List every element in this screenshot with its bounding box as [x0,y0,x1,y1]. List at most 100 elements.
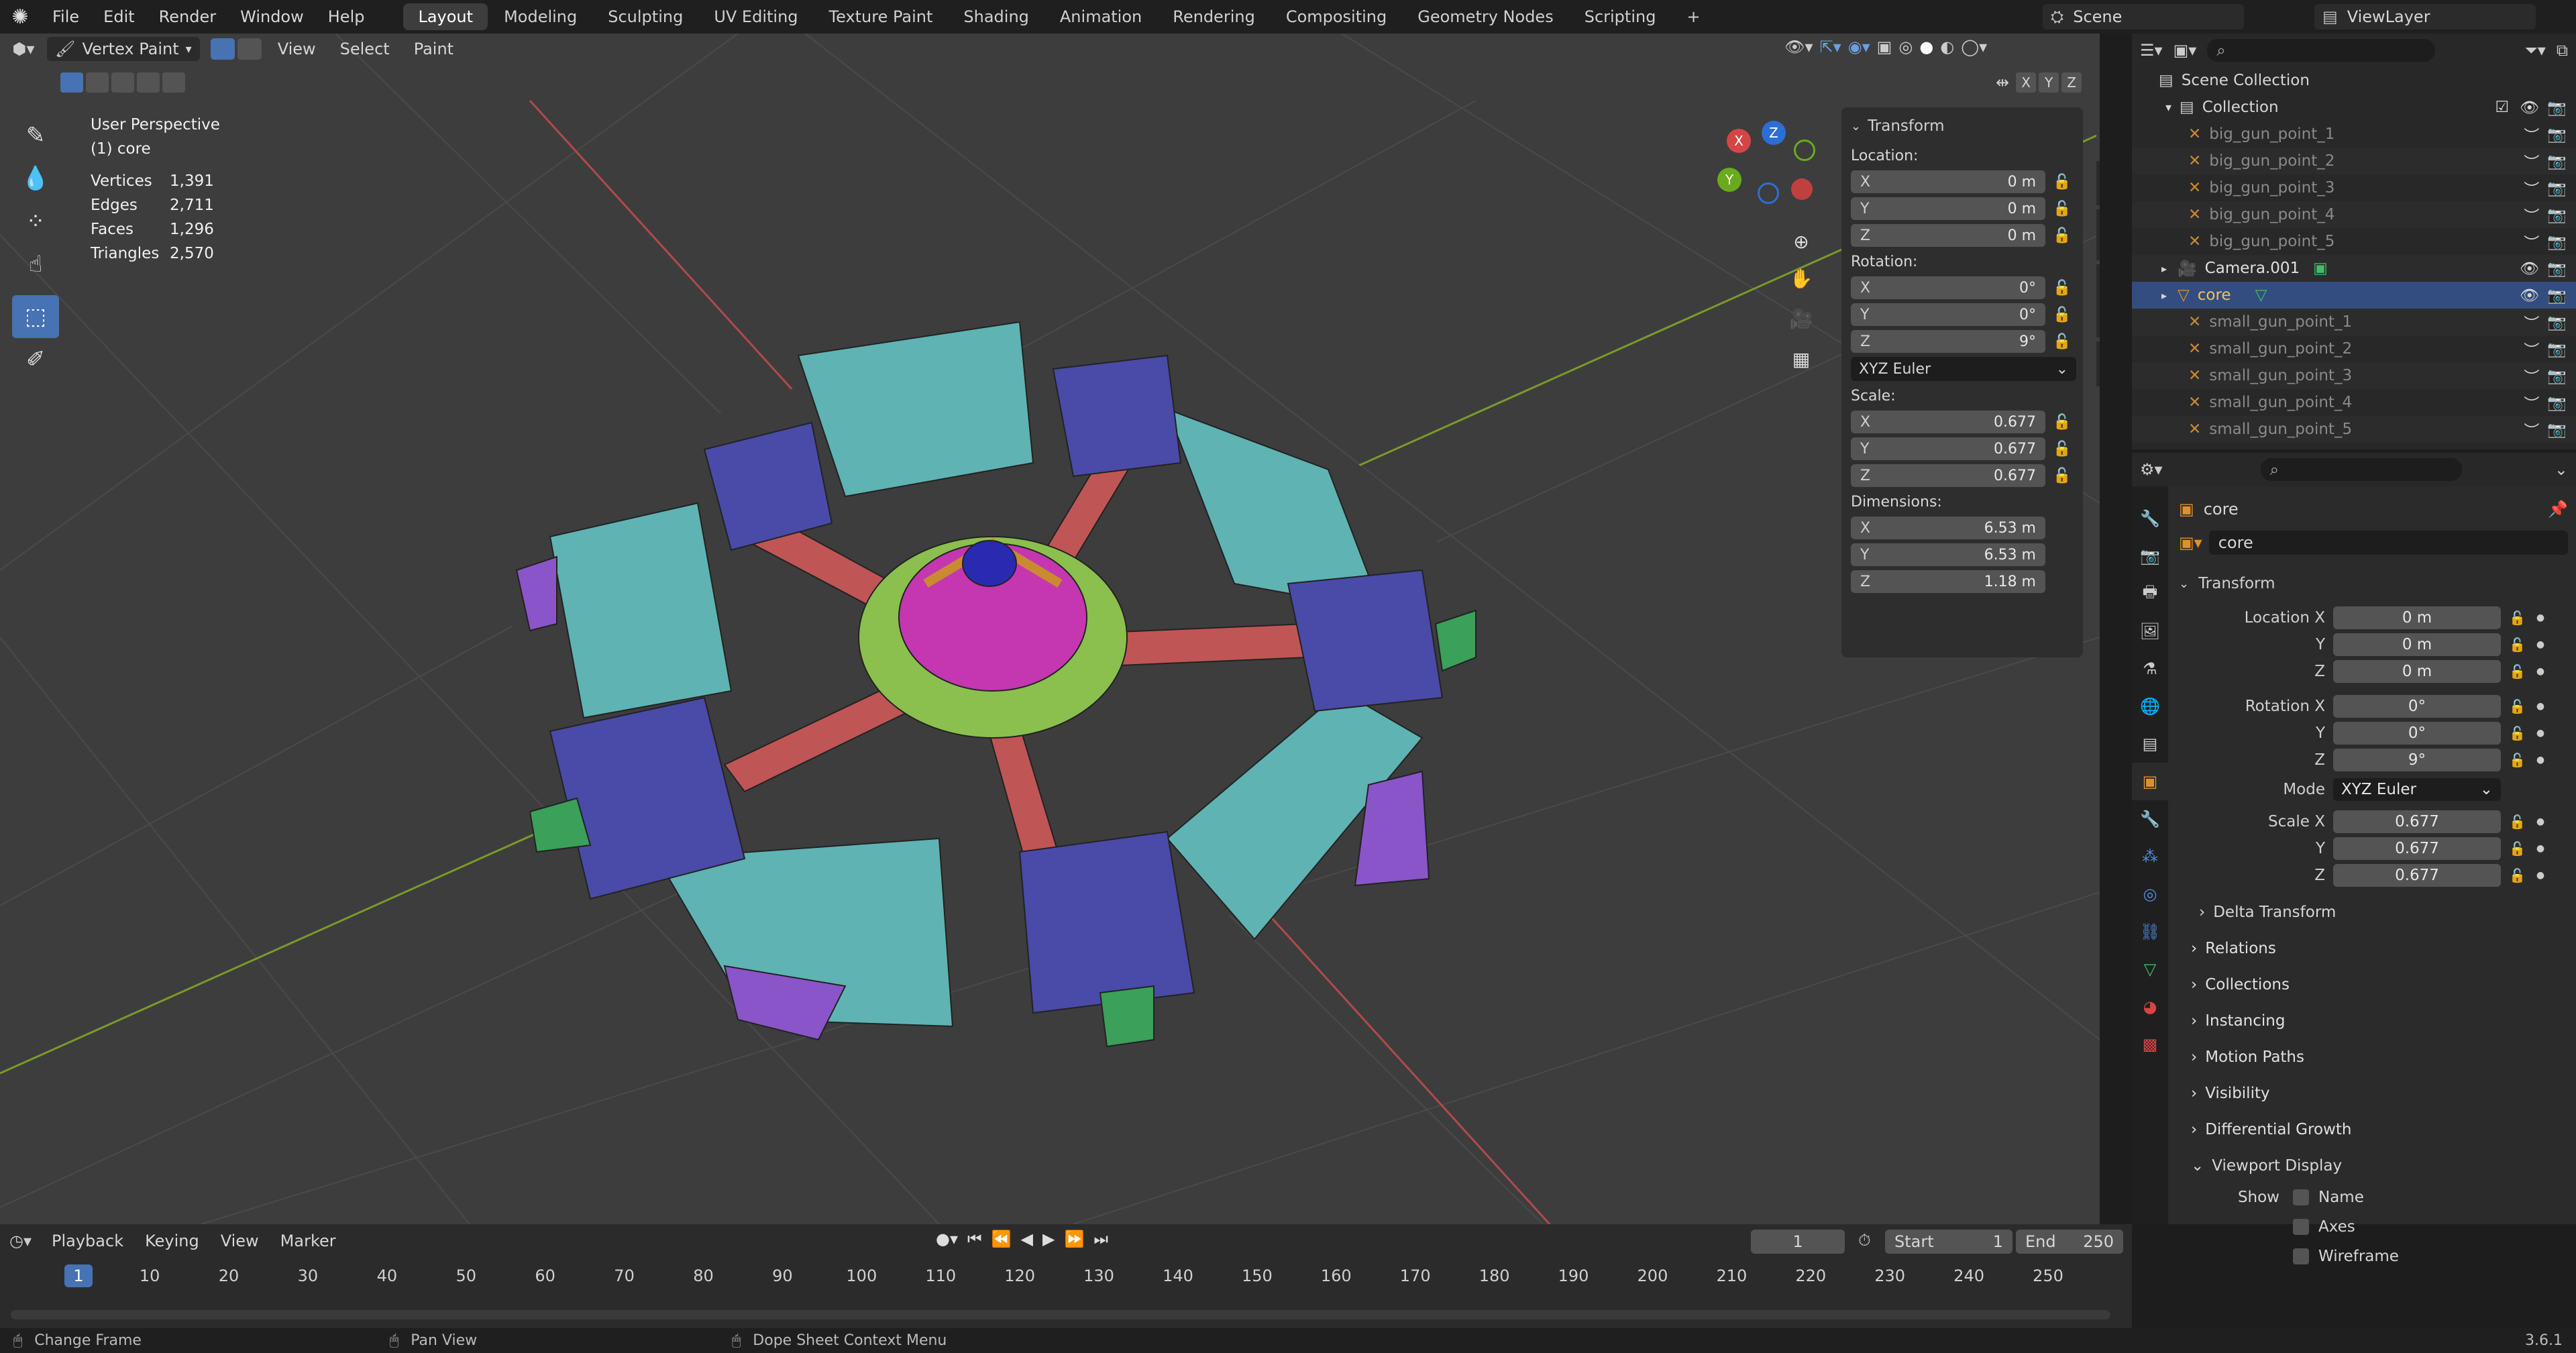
gizmo-neg-x[interactable] [1791,178,1813,200]
lock-icon[interactable]: 🔓 [2052,172,2072,192]
outliner-item[interactable]: ✕ small_gun_point_3 ︶ 📷 [2132,362,2576,389]
gizmo-neg-y[interactable] [1794,140,1815,161]
lock-icon[interactable]: 🔓 [2052,305,2072,325]
menu-render[interactable]: Render [147,7,228,26]
hidden-eye-icon[interactable]: ︶ [2524,391,2539,414]
material-tab-icon[interactable]: ◕ [2132,988,2168,1026]
hidden-eye-icon[interactable]: ︶ [2524,176,2539,199]
select-invert-icon[interactable] [137,72,160,93]
mode-selector[interactable]: 🖌 Vertex Paint ▾ [47,37,200,61]
scale-z-field[interactable]: Z 0.677 [1851,464,2045,487]
outliner-item[interactable]: ✕ small_gun_point_2 ︶ 📷 [2132,335,2576,362]
render-camera-icon[interactable]: 📷 [2547,421,2567,439]
select-box-tool-icon[interactable]: ⬚ [12,295,59,338]
rotation-y-field[interactable]: Y 0° [1851,303,2045,326]
add-workspace-button[interactable]: + [1672,3,1715,30]
texture-tab-icon[interactable]: ▩ [2132,1026,2168,1063]
tab-animation[interactable]: Animation [1045,3,1157,30]
viewport-display-header[interactable]: ⌄ Viewport Display [2179,1149,2568,1183]
render-camera-icon[interactable]: 📷 [2547,286,2567,305]
smear-brush-icon[interactable]: ☝ [12,243,59,286]
location-x-field[interactable]: X 0 m [1851,170,2045,193]
render-camera-icon[interactable]: 📷 [2547,394,2567,412]
menu-help[interactable]: Help [316,7,377,26]
visibility-eye-icon[interactable]: 👁 [2520,99,2539,117]
overlay-icon[interactable]: ◉▾ [1848,38,1870,56]
timeline-menu-marker[interactable]: Marker [280,1232,336,1250]
outliner-item[interactable]: ✕ small_gun_point_4 ︶ 📷 [2132,389,2576,416]
expand-icon[interactable]: ▾ [2165,101,2171,115]
properties-editor-icon[interactable]: ⚙▾ [2140,460,2163,479]
keyframe-dot-icon[interactable]: ● [2536,639,2544,650]
sidebar-tab-item[interactable]: Item [2096,107,2100,157]
new-collection-icon[interactable]: ⧉ [2557,41,2568,60]
dimensions-y-field[interactable]: Y 6.53 m [1851,543,2045,566]
panel-relations[interactable]: › Relations [2179,932,2568,965]
tab-modeling[interactable]: Modeling [489,3,592,30]
lock-icon[interactable]: 🔓 [2509,841,2526,857]
sidebar-tab-view[interactable]: View [2096,209,2100,260]
scale-value-field[interactable]: 0.677 [2333,810,2501,833]
pin-icon[interactable]: 📌 [2548,500,2568,519]
render-camera-icon[interactable]: 📷 [2547,313,2567,331]
lock-icon[interactable]: 🔓 [2509,725,2526,741]
keyframe-dot-icon[interactable]: ● [2536,701,2544,712]
render-camera-icon[interactable]: 📷 [2547,99,2567,117]
keyframe-dot-icon[interactable]: ● [2536,755,2544,765]
transform-panel-header[interactable]: ⌄ Transform [1851,114,2074,138]
viewport-3d[interactable]: ⬢▾ 🖌 Vertex Paint ▾ View Select Paint 👁▾ ⇱… [0,34,2100,1224]
location-y-field[interactable]: Y 0 m [1851,197,2045,220]
visibility-eye-icon[interactable]: 👁 [2520,286,2539,305]
outliner-item[interactable]: ✕ big_gun_point_4 ︶ 📷 [2132,201,2576,228]
exclude-checkbox[interactable]: ☑ [2496,99,2510,116]
panel-collections[interactable]: › Collections [2179,968,2568,1002]
outliner-item[interactable]: ✕ big_gun_point_3 ︶ 📷 [2132,174,2576,201]
select-box-icon[interactable] [60,72,83,93]
frame-ruler[interactable]: 1 10 20 30 40 50 60 70 80 90 100 110 120 130 140 150 160… [0,1266,2132,1291]
camera-view-icon[interactable]: 🎥 [1784,299,1818,339]
next-keyframe-icon[interactable]: ⏩ [1064,1230,1084,1248]
scene-tab-icon[interactable]: ⚗ [2132,650,2168,688]
rotation-x-field[interactable]: X 0° [1851,276,2045,299]
rotation-value-field[interactable]: 0° [2333,722,2501,745]
lock-icon[interactable]: 🔓 [2052,439,2072,459]
wireframe-shading-icon[interactable]: ◎ [1898,38,1913,56]
expand-icon[interactable]: ▸ [2161,289,2167,302]
lock-icon[interactable]: 🔓 [2509,814,2526,830]
rotation-value-field[interactable]: 0° [2333,695,2501,718]
render-camera-icon[interactable]: 📷 [2547,233,2567,251]
dimensions-x-field[interactable]: X 6.53 m [1851,517,2045,539]
visibility-eye-icon[interactable]: 👁 [2520,260,2539,278]
lock-icon[interactable]: 🔓 [2052,278,2072,298]
rendered-shading-icon[interactable]: ◯▾ [1961,38,1987,56]
keyframe-dot-icon[interactable]: ● [2536,843,2544,854]
blur-brush-icon[interactable]: 💧 [12,157,59,200]
panel-motion-paths[interactable]: › Motion Paths [2179,1040,2568,1074]
jump-start-icon[interactable]: ⏮ [967,1230,982,1248]
current-frame-field[interactable]: 1 [1751,1230,1845,1254]
outliner-search-input[interactable]: ⌕ [2207,39,2436,62]
tab-rendering[interactable]: Rendering [1158,3,1270,30]
lock-icon[interactable]: 🔓 [2509,637,2526,653]
material-shading-icon[interactable]: ◐ [1940,38,1954,56]
gizmo-z-axis[interactable]: Z [1762,121,1786,145]
play-reverse-icon[interactable]: ◀ [1021,1230,1033,1248]
scale-x-field[interactable]: X 0.677 [1851,411,2045,433]
tab-compositing[interactable]: Compositing [1271,3,1401,30]
dimensions-z-field[interactable]: Z 1.18 m [1851,570,2045,593]
lock-icon[interactable]: 🔓 [2509,610,2526,626]
object-name-input[interactable]: core [2208,531,2568,555]
lock-icon[interactable]: 🔓 [2052,412,2072,432]
start-frame-field[interactable]: Start 1 [1885,1230,2012,1254]
annotate-tool-icon[interactable]: ✐ [12,338,59,381]
keyframe-dot-icon[interactable]: ● [2536,816,2544,827]
tab-texture-paint[interactable]: Texture Paint [814,3,948,30]
gizmo-icon[interactable]: ⇱▾ [1820,38,1841,56]
draw-brush-icon[interactable]: ✎ [12,114,59,157]
scale-y-field[interactable]: Y 0.677 [1851,437,2045,460]
tab-layout[interactable]: Layout [403,3,488,30]
average-brush-icon[interactable]: ⁘ [12,200,59,243]
constraints-tab-icon[interactable]: ⛓ [2132,913,2168,951]
view-layer-tab-icon[interactable]: 🖼 [2132,612,2168,650]
gizmo-y-axis[interactable]: Y [1717,168,1741,192]
